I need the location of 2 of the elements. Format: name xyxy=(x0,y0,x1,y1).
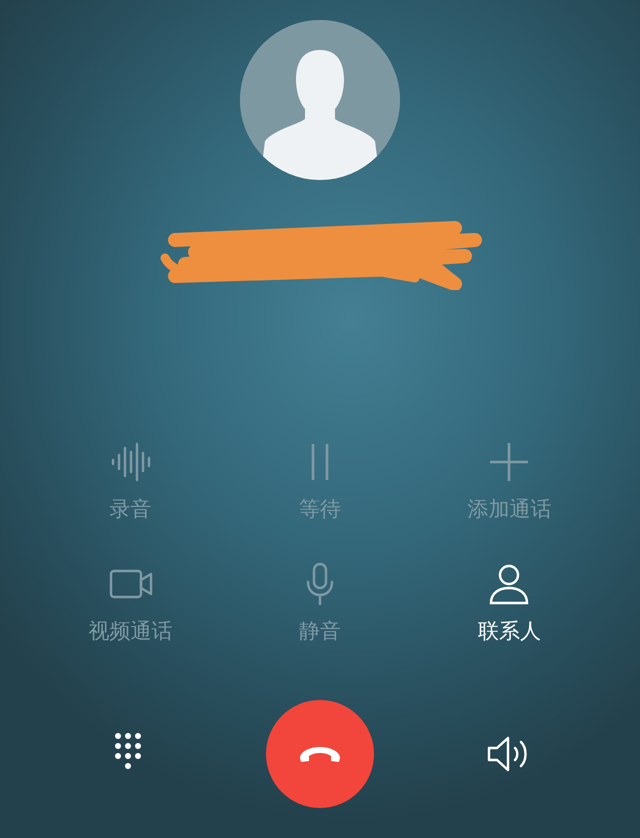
action-label[interactable]: 联系人 xyxy=(478,618,541,644)
phone-handset-icon xyxy=(298,744,342,764)
